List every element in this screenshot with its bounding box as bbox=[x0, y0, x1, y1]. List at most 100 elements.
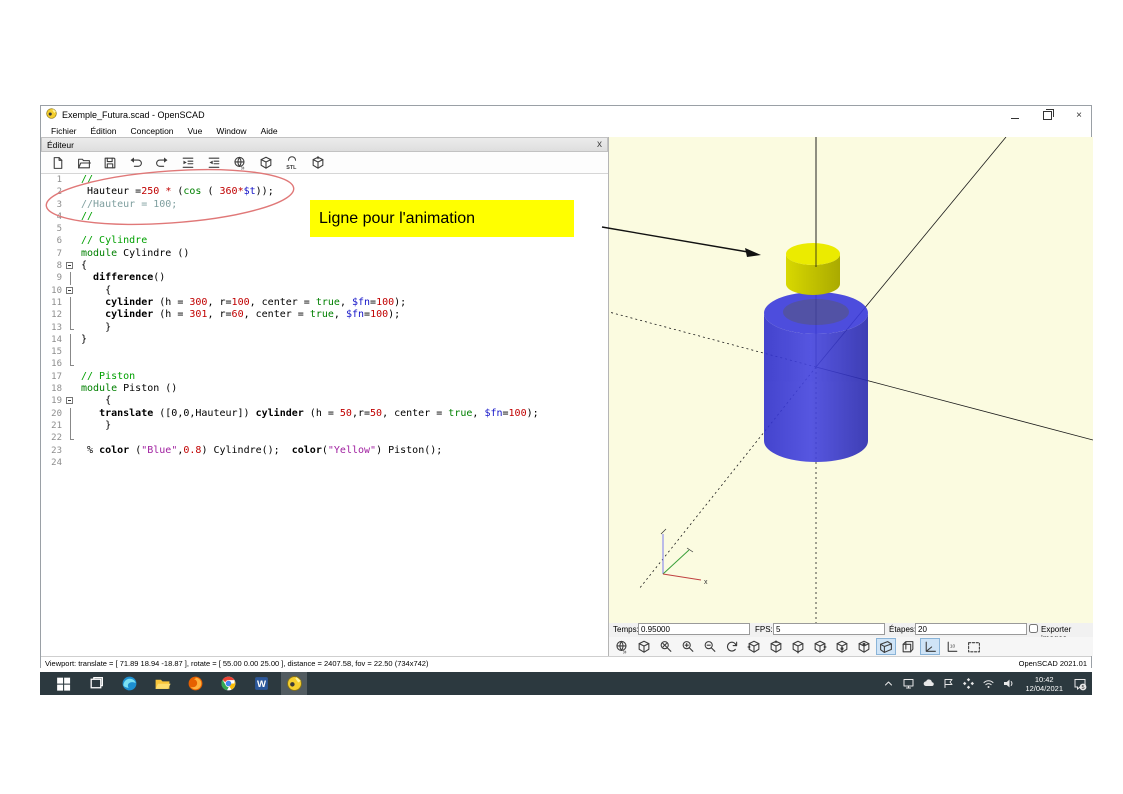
perspective-icon[interactable] bbox=[876, 638, 896, 655]
view-left-icon[interactable] bbox=[810, 638, 830, 655]
code-text: } bbox=[81, 321, 112, 333]
zoom-out-icon[interactable] bbox=[700, 638, 720, 655]
zoom-in-icon[interactable] bbox=[678, 638, 698, 655]
line-number: 20 bbox=[51, 408, 62, 419]
view-bottom-icon[interactable] bbox=[788, 638, 808, 655]
code-line-16: 16 bbox=[41, 358, 608, 370]
blue-cylinder-model bbox=[764, 292, 868, 462]
taskbar-clock[interactable]: 10:42 12/04/2021 bbox=[1025, 675, 1063, 693]
taskbar-task-view-icon[interactable] bbox=[83, 672, 109, 695]
export-images-checkbox[interactable] bbox=[1029, 624, 1038, 633]
measure-cube-icon[interactable] bbox=[309, 154, 326, 171]
tray-onedrive-cloud[interactable] bbox=[921, 676, 936, 691]
code-line-10: 10 { bbox=[41, 285, 608, 297]
code-text: cylinder (h = 300, r=100, center = true,… bbox=[105, 296, 407, 308]
x-axis-label: x bbox=[704, 579, 708, 586]
code-text: // Cylindre bbox=[81, 235, 148, 247]
editor-panel-title: Éditeur bbox=[47, 139, 74, 150]
fold-margin bbox=[65, 407, 76, 421]
fold-margin bbox=[65, 235, 76, 247]
editor-panel-header: Éditeur x bbox=[41, 137, 608, 152]
code-line-21: 21 } bbox=[41, 419, 608, 433]
restore-button[interactable] bbox=[1041, 108, 1054, 121]
code-line-11: 11 cylinder (h = 300, r=100, center = tr… bbox=[41, 296, 608, 310]
fold-marker-icon[interactable] bbox=[65, 395, 76, 407]
taskbar-start-icon[interactable] bbox=[50, 672, 76, 695]
menu-item-window[interactable]: Window bbox=[209, 126, 253, 136]
tray-hidden-icons-chevron[interactable] bbox=[881, 676, 896, 691]
view-right-icon[interactable] bbox=[744, 638, 764, 655]
svg-text:10: 10 bbox=[950, 643, 956, 649]
fold-marker-icon[interactable] bbox=[65, 260, 76, 272]
action-center-icon[interactable]: 5 bbox=[1072, 676, 1087, 691]
view-all-icon[interactable] bbox=[964, 638, 984, 655]
line-number: 6 bbox=[56, 236, 62, 247]
close-button[interactable]: × bbox=[1073, 109, 1085, 121]
line-number: 10 bbox=[51, 285, 62, 296]
code-text: cylinder (h = 301, r=60, center = true, … bbox=[105, 309, 401, 321]
animation-bar: Temps: FPS: Étapes: Exporter images bbox=[609, 623, 1093, 643]
zoom-all-icon[interactable] bbox=[656, 638, 676, 655]
svg-text:W: W bbox=[256, 679, 265, 690]
fold-margin bbox=[65, 296, 76, 310]
screenshot-page: Exemple_Futura.scad - OpenSCAD × Fichier… bbox=[0, 0, 1123, 794]
code-line-7: 7 module Cylindre () bbox=[41, 248, 608, 260]
fps-input[interactable] bbox=[773, 623, 885, 635]
fold-margin bbox=[65, 346, 76, 359]
title-bar: Exemple_Futura.scad - OpenSCAD × bbox=[41, 106, 1091, 124]
line-number: 11 bbox=[51, 297, 62, 308]
render-icon[interactable] bbox=[634, 638, 654, 655]
code-line-23: 23 % color ("Blue",0.8) Cylindre(); colo… bbox=[41, 445, 608, 457]
taskbar-openscad-icon[interactable] bbox=[281, 672, 307, 695]
app-logo-icon bbox=[46, 106, 57, 124]
editor-close-icon[interactable]: x bbox=[597, 139, 602, 150]
reset-view-icon[interactable] bbox=[722, 638, 742, 655]
line-number: 14 bbox=[51, 334, 62, 345]
menu-item-fichier[interactable]: Fichier bbox=[44, 126, 84, 136]
orthogonal-icon[interactable] bbox=[898, 638, 918, 655]
etapes-input[interactable] bbox=[915, 623, 1027, 635]
minimize-button[interactable] bbox=[1009, 109, 1021, 121]
taskbar-chrome-icon[interactable] bbox=[215, 672, 241, 695]
menu-item-vue[interactable]: Vue bbox=[181, 126, 210, 136]
status-bar: Viewport: translate = [ 71.89 18.94 -18.… bbox=[41, 656, 1091, 669]
tray-device[interactable] bbox=[901, 676, 916, 691]
taskbar-file-explorer-icon[interactable] bbox=[149, 672, 175, 695]
taskbar-word-icon[interactable]: W bbox=[248, 672, 274, 695]
line-number: 19 bbox=[51, 396, 62, 407]
show-axes-icon[interactable] bbox=[920, 638, 940, 655]
menu-item-dition[interactable]: Édition bbox=[84, 126, 124, 136]
show-scale-markers-icon[interactable]: 10 bbox=[942, 638, 962, 655]
line-number: 18 bbox=[51, 384, 62, 395]
3d-viewport[interactable]: x bbox=[609, 137, 1093, 623]
fold-marker-icon[interactable] bbox=[65, 285, 76, 297]
tray-wifi[interactable] bbox=[981, 676, 996, 691]
taskbar-edge-icon[interactable] bbox=[116, 672, 142, 695]
view-top-icon[interactable] bbox=[766, 638, 786, 655]
code-editor[interactable]: 1//2 Hauteur =250 * (cos ( 360*$t)); 3//H… bbox=[41, 174, 608, 656]
tray-teams[interactable] bbox=[961, 676, 976, 691]
taskbar-firefox-icon[interactable] bbox=[182, 672, 208, 695]
menu-item-conception[interactable]: Conception bbox=[124, 126, 181, 136]
clock-time: 10:42 bbox=[1034, 674, 1054, 684]
line-number: 23 bbox=[51, 445, 62, 456]
version-text: OpenSCAD 2021.01 bbox=[1018, 658, 1087, 668]
fps-label: FPS: bbox=[755, 625, 773, 634]
code-line-6: 6 // Cylindre bbox=[41, 235, 608, 247]
view-back-icon[interactable] bbox=[854, 638, 874, 655]
3d-scene: x bbox=[609, 137, 1093, 623]
view-front-icon[interactable] bbox=[832, 638, 852, 655]
menu-item-aide[interactable]: Aide bbox=[254, 126, 285, 136]
temps-input[interactable] bbox=[638, 623, 750, 635]
axis-indicator: x bbox=[660, 528, 708, 586]
tray-snip[interactable] bbox=[941, 676, 956, 691]
etapes-label: Étapes: bbox=[889, 625, 917, 634]
fold-margin bbox=[65, 419, 76, 433]
code-line-24: 24 bbox=[41, 457, 608, 469]
tray-volume[interactable] bbox=[1001, 676, 1016, 691]
preview-icon[interactable]: » bbox=[612, 638, 632, 655]
